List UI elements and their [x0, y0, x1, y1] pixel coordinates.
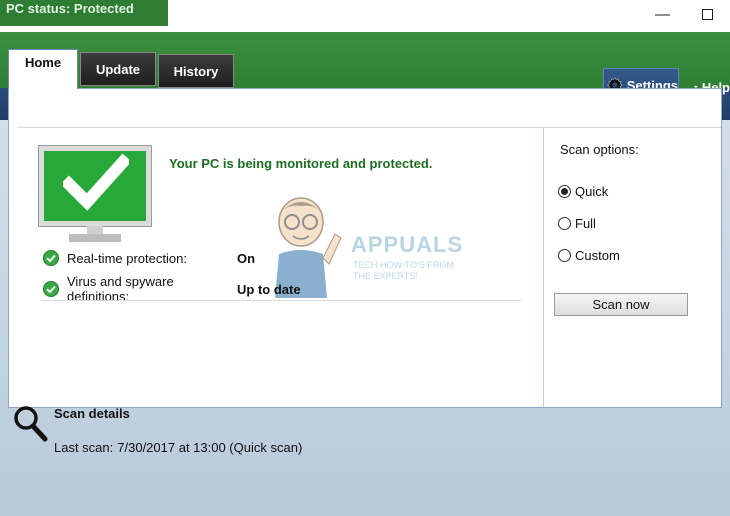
tab-history-label: History: [173, 63, 219, 79]
maximize-icon: [702, 8, 713, 20]
radio-quick[interactable]: [558, 185, 571, 198]
checkmark-icon: [63, 153, 129, 211]
title-bar: PC status: Protected —: [0, 0, 730, 32]
scan-option-full-label: Full: [575, 216, 596, 231]
scan-option-custom[interactable]: Custom: [558, 248, 620, 263]
minimize-icon: —: [655, 5, 670, 23]
last-scan-info: Last scan: 7/30/2017 at 13:00 (Quick sca…: [54, 440, 302, 455]
scan-options-panel: Scan options: Quick Full Custom Scan now: [543, 127, 721, 407]
tab-home-label: Home: [24, 55, 62, 70]
scan-details-section: Scan details Last scan: 7/30/2017 at 13:…: [12, 400, 512, 470]
minimize-button[interactable]: —: [640, 0, 685, 28]
tab-update-label: Update: [95, 61, 141, 77]
home-panel: Your PC is being monitored and protected…: [8, 88, 722, 408]
last-scan-label: Last scan:: [54, 440, 114, 455]
tab-update[interactable]: Update: [80, 52, 156, 86]
scan-options-title: Scan options:: [560, 142, 639, 157]
scan-option-quick-label: Quick: [575, 184, 609, 199]
details-divider: [41, 300, 521, 301]
monitor-base: [69, 234, 121, 242]
radio-custom[interactable]: [558, 249, 571, 262]
radio-selected-dot: [561, 188, 568, 195]
scan-details-title: Scan details: [54, 406, 130, 421]
scan-option-full[interactable]: Full: [558, 216, 596, 231]
maximize-button[interactable]: [685, 0, 730, 28]
realtime-protection-label: Real-time protection:: [67, 250, 187, 266]
protection-status-panel: Your PC is being monitored and protected…: [17, 127, 543, 397]
realtime-protection-row: Real-time protection: On: [43, 250, 255, 266]
scan-option-custom-label: Custom: [575, 248, 620, 263]
definitions-value: Up to date: [237, 281, 301, 297]
magnifier-icon: [14, 406, 48, 442]
watermark-tagline: TECH HOW-TO'S FROM THE EXPERTS!: [353, 260, 454, 281]
monitor-check-icon: [38, 145, 152, 242]
check-circle-icon: [43, 281, 59, 297]
protection-status-message: Your PC is being monitored and protected…: [169, 156, 433, 171]
check-circle-icon: [43, 250, 59, 266]
tab-home[interactable]: Home: [8, 49, 78, 89]
pc-status-text: PC status: Protected: [0, 0, 168, 26]
radio-full[interactable]: [558, 217, 571, 230]
realtime-protection-value: On: [237, 250, 256, 266]
scan-now-button[interactable]: Scan now: [554, 293, 688, 316]
window-controls: —: [640, 0, 730, 28]
watermark-brand: APPUALS: [351, 232, 464, 257]
scan-option-quick[interactable]: Quick: [558, 184, 608, 199]
tab-history[interactable]: History: [158, 54, 234, 88]
last-scan-value: 7/30/2017 at 13:00 (Quick scan): [117, 440, 303, 455]
